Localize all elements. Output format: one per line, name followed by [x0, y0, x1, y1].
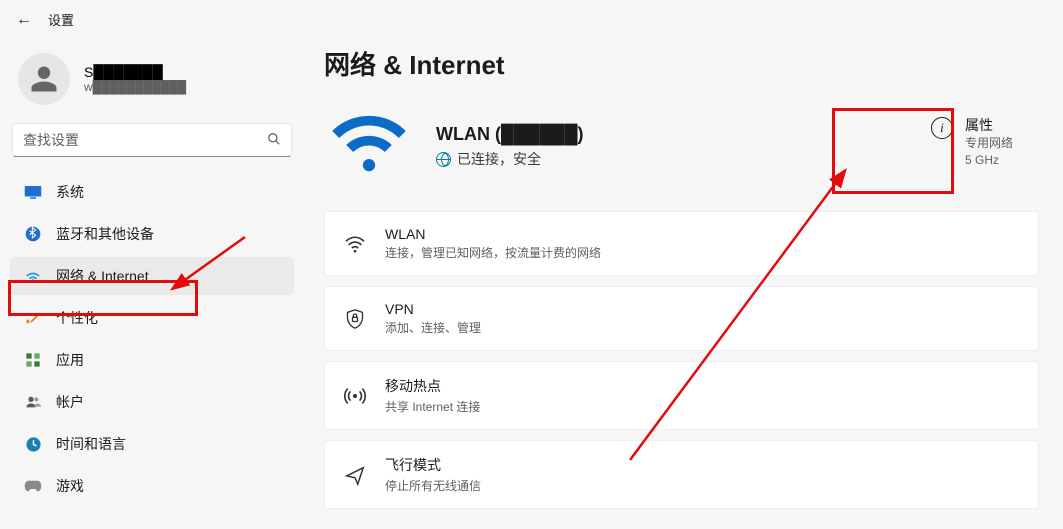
- row-subtitle: 添加、连接、管理: [385, 319, 481, 336]
- avatar: [18, 53, 70, 105]
- row-wlan[interactable]: WLAN 连接，管理已知网络，按流量计费的网络: [324, 211, 1039, 276]
- properties-card[interactable]: i 属性 专用网络 5 GHz: [931, 115, 1013, 169]
- search-icon: [267, 132, 281, 149]
- system-icon: [24, 183, 42, 201]
- sidebar-item-label: 网络 & Internet: [56, 266, 149, 286]
- sidebar-item-personalization[interactable]: 个性化: [10, 299, 294, 337]
- sidebar-item-label: 时间和语言: [56, 434, 126, 454]
- sidebar-item-time-language[interactable]: 时间和语言: [10, 425, 294, 463]
- app-title: 设置: [48, 10, 74, 29]
- apps-icon: [24, 351, 42, 369]
- wifi-icon: [343, 235, 367, 253]
- shield-lock-icon: [343, 308, 367, 330]
- sidebar-item-label: 应用: [56, 350, 84, 370]
- sidebar-item-apps[interactable]: 应用: [10, 341, 294, 379]
- sidebar-item-label: 个性化: [56, 308, 98, 328]
- network-status: 已连接，安全: [457, 149, 541, 169]
- user-profile[interactable]: S███████ w███████████: [10, 45, 294, 123]
- user-email: w███████████: [84, 80, 186, 94]
- bluetooth-icon: [24, 225, 42, 243]
- sidebar-item-bluetooth[interactable]: 蓝牙和其他设备: [10, 215, 294, 253]
- back-button[interactable]: ←: [16, 11, 32, 29]
- properties-subtitle1: 专用网络: [965, 135, 1013, 152]
- sidebar-item-label: 帐户: [56, 392, 84, 412]
- row-vpn[interactable]: VPN 添加、连接、管理: [324, 286, 1039, 351]
- wifi-icon: [24, 267, 42, 285]
- gamepad-icon: [24, 477, 42, 495]
- wifi-large-icon: [324, 110, 414, 183]
- sidebar-item-system[interactable]: 系统: [10, 173, 294, 211]
- hotspot-icon: [343, 386, 367, 406]
- row-title: 移动热点: [385, 376, 480, 396]
- row-title: VPN: [385, 301, 481, 317]
- search-placeholder: 查找设置: [23, 130, 267, 150]
- row-subtitle: 共享 Internet 连接: [385, 398, 480, 415]
- properties-title: 属性: [965, 115, 1013, 135]
- sidebar-item-gaming[interactable]: 游戏: [10, 467, 294, 505]
- person-icon: [29, 64, 59, 94]
- page-title: 网络 & Internet: [324, 45, 1039, 82]
- sidebar-item-label: 系统: [56, 182, 84, 202]
- sidebar-item-network[interactable]: 网络 & Internet: [10, 257, 294, 295]
- search-input[interactable]: 查找设置: [12, 123, 292, 157]
- row-title: 飞行模式: [385, 455, 481, 475]
- row-subtitle: 连接，管理已知网络，按流量计费的网络: [385, 244, 601, 261]
- sidebar-item-accounts[interactable]: 帐户: [10, 383, 294, 421]
- network-ssid: WLAN (██████): [436, 124, 584, 145]
- globe-icon: [436, 152, 451, 167]
- user-name: S███████: [84, 64, 186, 80]
- row-airplane[interactable]: 飞行模式 停止所有无线通信: [324, 440, 1039, 509]
- row-title: WLAN: [385, 226, 601, 242]
- airplane-icon: [343, 464, 367, 486]
- properties-subtitle2: 5 GHz: [965, 152, 1013, 169]
- brush-icon: [24, 309, 42, 327]
- info-icon: i: [931, 117, 953, 139]
- sidebar-item-label: 游戏: [56, 476, 84, 496]
- sidebar-item-label: 蓝牙和其他设备: [56, 224, 154, 244]
- clock-globe-icon: [24, 435, 42, 453]
- row-subtitle: 停止所有无线通信: [385, 477, 481, 494]
- accounts-icon: [24, 393, 42, 411]
- row-hotspot[interactable]: 移动热点 共享 Internet 连接: [324, 361, 1039, 430]
